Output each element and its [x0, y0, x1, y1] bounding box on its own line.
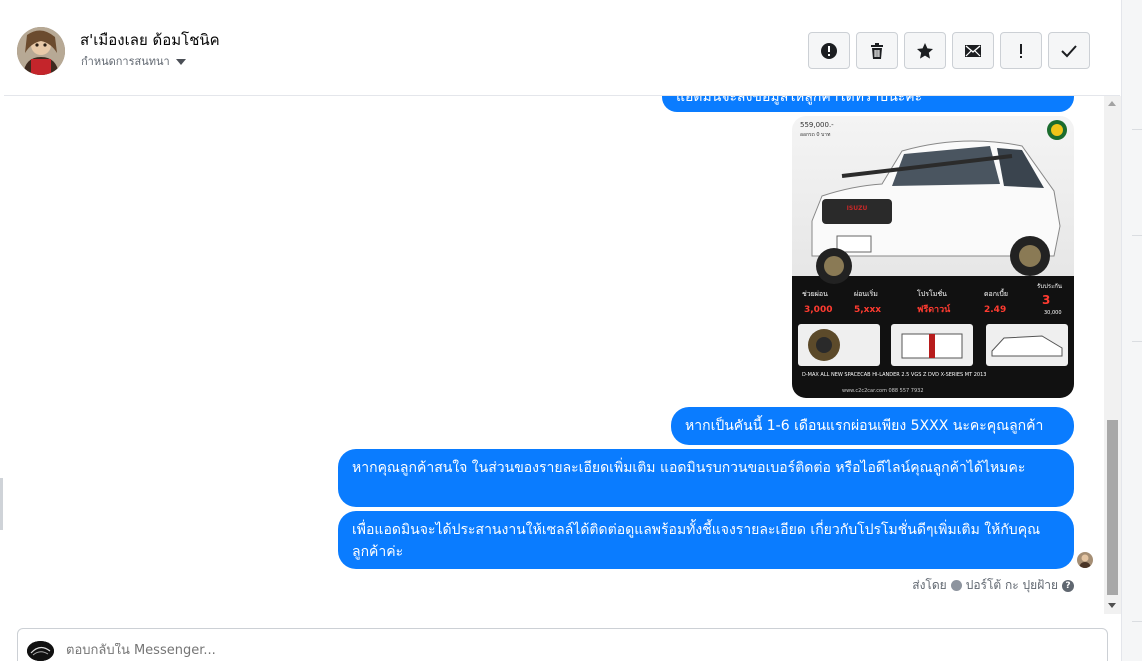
sent-by-name: ปอร์โต้ กะ ปุยฝ้าย	[965, 578, 1058, 592]
assign-label: กำหนดการสนทนา	[81, 55, 170, 68]
reply-composer[interactable]	[17, 628, 1108, 661]
follow-up-button[interactable]	[1000, 32, 1042, 69]
ad-promo-label: โปรโมชั่น	[917, 289, 947, 298]
reply-input[interactable]	[66, 643, 666, 658]
star-icon	[917, 42, 933, 59]
left-panel-edge	[0, 478, 3, 530]
ad-price: 559,000.-	[800, 121, 834, 129]
ad-warranty-km: 30,000	[1044, 310, 1062, 316]
message-bubble[interactable]: หากคุณลูกค้าสนใจ ในส่วนของรายละเอียดเพิ่…	[338, 449, 1074, 507]
page-avatar	[27, 641, 54, 661]
right-panel-edge	[1121, 0, 1142, 661]
trash-icon	[871, 42, 883, 59]
assign-conversation-dropdown[interactable]: กำหนดการสนทนา	[81, 52, 186, 70]
message-bubble[interactable]: แอดมินจะส่งข้อมูลให้ลูกค้าได้ทราบนะคะ	[662, 96, 1074, 112]
mark-done-button[interactable]	[1048, 32, 1090, 69]
thread-scrollbar[interactable]	[1104, 96, 1121, 614]
seen-avatar	[1077, 552, 1093, 568]
message-thread: แอดมินจะส่งข้อมูลให้ลูกค้าได้ทราบนะคะ 55…	[4, 96, 1104, 614]
exclamation-icon	[1020, 43, 1022, 58]
exclamation-circle-icon	[821, 42, 837, 59]
header-actions	[808, 32, 1090, 69]
contact-name[interactable]: ส'เมืองเลย ด้อมโชนิค	[80, 28, 220, 52]
ad-promo-value: ฟรีดาวน์	[917, 303, 951, 315]
car-advert-image[interactable]: 559,000.- ออกรถ 0 บาท ISUZU ช่วยผ่อน 3,0…	[792, 116, 1074, 398]
star-button[interactable]	[904, 32, 946, 69]
envelope-icon	[965, 44, 981, 57]
mark-unread-button[interactable]	[952, 32, 994, 69]
caret-down-icon	[175, 58, 186, 65]
scroll-down-arrow-icon[interactable]	[1108, 603, 1116, 608]
check-badge-icon	[950, 580, 962, 591]
ad-installment-value: 5,xxx	[854, 305, 881, 315]
message-bubble[interactable]: เพื่อแอดมินจะได้ประสานงานให้เซลล์ได้ติดต…	[338, 511, 1074, 569]
message-bubble[interactable]: หากเป็นคันนี้ 1-6 เดือนแรกผ่อนเพียง 5XXX…	[671, 407, 1074, 445]
delete-button[interactable]	[856, 32, 898, 69]
check-icon	[1061, 44, 1077, 57]
ad-warranty-label: รับประกัน	[1037, 283, 1062, 290]
ad-brand: ISUZU	[847, 205, 868, 212]
help-icon[interactable]: ?	[1062, 579, 1074, 592]
ad-installment-label: ผ่อนเริ่ม	[854, 289, 878, 298]
ad-help-pay-value: 3,000	[804, 305, 832, 315]
ad-help-pay-label: ช่วยผ่อน	[802, 290, 828, 298]
ad-down-note: ออกรถ 0 บาท	[800, 132, 830, 138]
ad-warranty-value: 3	[1042, 293, 1050, 307]
ad-model: D-MAX ALL NEW SPACECAB HI-LANDER 2.5 VGS…	[802, 372, 986, 378]
ad-interest-value: 2.49	[984, 305, 1006, 315]
scroll-up-arrow-icon[interactable]	[1108, 101, 1116, 106]
mark-spam-button[interactable]	[808, 32, 850, 69]
ad-site: www.c2c2car.com 088 557 7932	[842, 388, 924, 394]
sent-by-prefix: ส่งโดย	[912, 578, 947, 592]
scroll-thumb[interactable]	[1107, 420, 1118, 595]
sent-by-info: ส่งโดย ปอร์โต้ กะ ปุยฝ้าย ?	[912, 576, 1074, 595]
contact-avatar[interactable]	[17, 27, 65, 75]
messenger-page: ส'เมืองเลย ด้อมโชนิค กำหนดการสนทนา แอดมิ…	[0, 0, 1142, 661]
conversation-header: ส'เมืองเลย ด้อมโชนิค กำหนดการสนทนา	[4, 6, 1120, 96]
